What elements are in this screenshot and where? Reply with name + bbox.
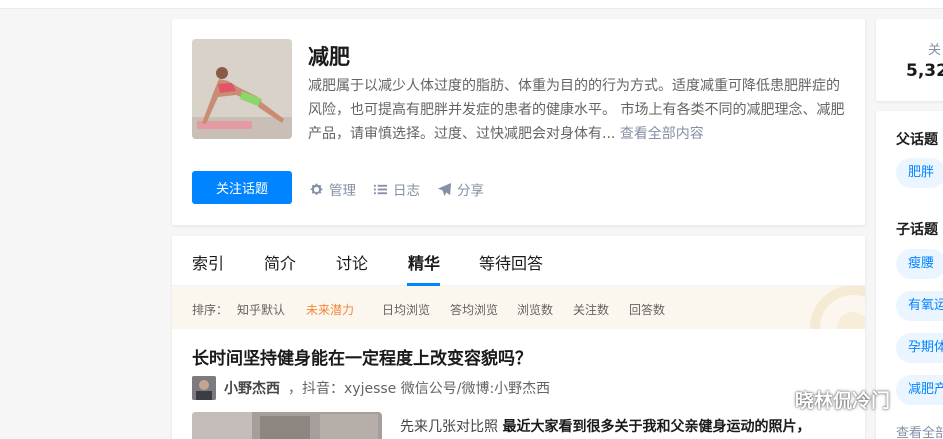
tab-awaiting-answers[interactable]: 等待回答 [479,250,543,274]
child-topic-chip[interactable]: 有氧运 [896,291,943,321]
gear-icon [310,183,323,195]
followers-count: 5,32 [906,61,943,81]
sort-future-potential[interactable]: 未来潜力 [306,301,354,318]
follow-topic-button[interactable]: 关注话题 [192,171,292,204]
sidebar-stats-card: 关 5,32 [876,19,943,101]
sort-views-per-answer[interactable]: 答均浏览 [450,301,498,318]
watermark: 晓林侃冷门 [755,386,890,413]
sort-views[interactable]: 浏览数 [517,301,553,318]
paper-plane-icon [437,182,452,196]
tab-essence[interactable]: 精华 [408,250,440,274]
author-bio: ，抖音：xyjesse 微信公号/微博:小野杰西 [288,381,551,397]
view-all-subtopics-link[interactable]: 查看全部 [896,422,943,439]
question-title[interactable]: 长时间坚持健身能在一定程度上改变容貌吗？ [192,344,532,369]
sort-followers[interactable]: 关注数 [573,301,609,318]
child-topics-heading: 子话题 [896,222,938,238]
tab-index[interactable]: 索引 [192,250,224,274]
sort-default[interactable]: 知乎默认 [237,301,285,318]
answer-thumbnail[interactable] [192,412,382,439]
topic-title: 减肥 [308,45,350,69]
parent-topics-heading: 父话题 [896,132,938,148]
share-label: 分享 [457,183,484,199]
parent-topic-chip[interactable]: 肥胖 [896,158,943,188]
top-navbar [0,0,943,9]
child-topic-chip[interactable]: 瘦腰 [896,249,943,279]
child-topic-chip[interactable]: 孕期体 [896,333,943,363]
wechat-icon [756,387,787,411]
excerpt-highlight: 最近大家看到很多关于我和父亲健身运动的照片， [502,419,811,435]
topic-description: 减肥属于以减少人体过度的脂肪、体重为目的的行为方式。适度减重可降低患肥胖症的风险… [308,74,848,146]
log-label: 日志 [393,183,420,199]
view-all-link[interactable]: 查看全部内容 [620,126,704,142]
excerpt-prefix: 先来几张对比照 [400,419,503,435]
child-topic-chip[interactable]: 减肥产 [896,375,943,405]
share-button[interactable]: 分享 [437,179,484,199]
topic-tabs: 索引 简介 讨论 精华 等待回答 [172,236,865,286]
sort-answers[interactable]: 回答数 [629,301,665,318]
topic-description-text: 减肥属于以减少人体过度的脂肪、体重为目的的行为方式。适度减重可降低患肥胖症的风险… [308,78,845,142]
answer-excerpt[interactable]: 先来几张对比照 最近大家看到很多关于我和父亲健身运动的照片， [400,416,810,436]
tab-intro[interactable]: 简介 [264,250,296,274]
topic-image [192,39,292,139]
avatar[interactable] [192,376,216,400]
list-icon [373,184,388,194]
followers-label: 关 [928,43,942,58]
author-name[interactable]: 小野杰西 [224,378,280,398]
manage-label: 管理 [329,183,356,199]
sort-bar: 排序： 知乎默认 未来潜力 日均浏览 答均浏览 浏览数 关注数 回答数 [172,286,865,329]
author-info: 小野杰西 ，抖音：xyjesse 微信公号/微博:小野杰西 [192,376,550,400]
log-button[interactable]: 日志 [373,179,420,199]
sort-daily-views[interactable]: 日均浏览 [382,301,430,318]
sort-label: 排序： [192,303,229,317]
topic-header-card: 减肥 减肥属于以减少人体过度的脂肪、体重为目的的行为方式。适度减重可降低患肥胖症… [172,19,865,225]
tab-discussion[interactable]: 讨论 [336,250,368,274]
sortbar-decoration [810,286,865,329]
watermark-text: 晓林侃冷门 [795,390,891,412]
manage-button[interactable]: 管理 [309,179,356,199]
